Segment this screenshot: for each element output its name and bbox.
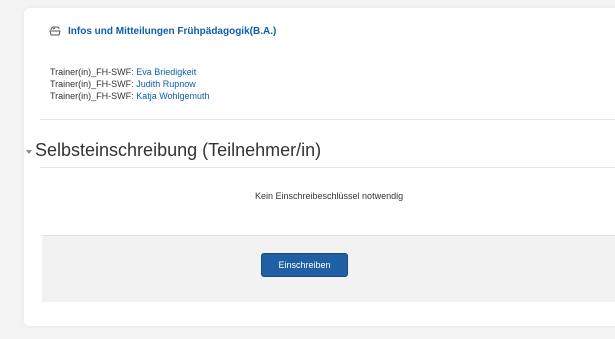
teacher-row: Trainer(in)_FH-SWF: Katja Wohlgemuth — [50, 90, 210, 102]
divider — [40, 119, 615, 120]
course-header: Infos und Mitteilungen Frühpädagogik(B.A… — [48, 24, 276, 38]
teacher-link[interactable]: Eva Briedigkeit — [136, 67, 196, 77]
teacher-row: Trainer(in)_FH-SWF: Judith Rupnow — [50, 78, 210, 90]
teacher-list: Trainer(in)_FH-SWF: Eva Briedigkeit Trai… — [50, 66, 210, 102]
section-title: Selbsteinschreibung (Teilnehmer/in) — [35, 140, 322, 160]
teacher-role: Trainer(in)_FH-SWF: — [50, 67, 134, 77]
teacher-row: Trainer(in)_FH-SWF: Eva Briedigkeit — [50, 66, 210, 78]
divider — [40, 167, 615, 168]
teacher-link[interactable]: Judith Rupnow — [136, 79, 196, 89]
teacher-role: Trainer(in)_FH-SWF: — [50, 91, 134, 101]
section-header[interactable]: Selbsteinschreibung (Teilnehmer/in) — [26, 140, 321, 161]
teacher-link[interactable]: Katja Wohlgemuth — [136, 91, 209, 101]
enrol-info-text: Kein Einschreibeschlüssel notwendig — [255, 191, 404, 201]
collapse-icon[interactable] — [26, 149, 32, 154]
course-title-link[interactable]: Infos und Mitteilungen Frühpädagogik(B.A… — [68, 26, 276, 37]
teacher-role: Trainer(in)_FH-SWF: — [50, 79, 134, 89]
course-icon — [49, 26, 61, 36]
enrol-button[interactable]: Einschreiben — [261, 253, 348, 277]
